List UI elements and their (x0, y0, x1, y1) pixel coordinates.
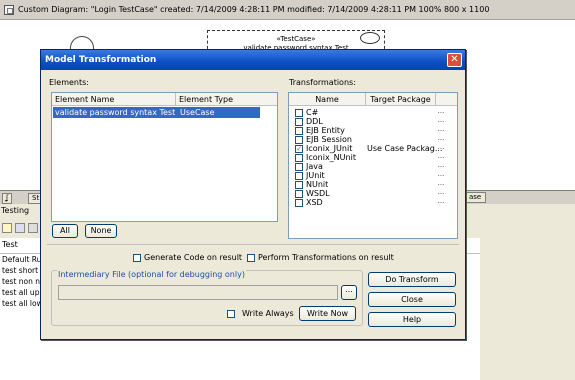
write-now-button[interactable]: Write Now (299, 306, 356, 321)
diagram-title-bar: Custom Diagram: "Login TestCase" created… (0, 0, 575, 20)
transformation-row[interactable]: DDL (295, 117, 323, 126)
package-browse-button[interactable]: ... (435, 198, 447, 208)
perform-transformations-checkbox[interactable] (247, 253, 255, 262)
transformation-name: EJB Session (306, 135, 352, 144)
transformation-name: WSDL (306, 189, 330, 198)
element-name: validate password syntax Test (55, 108, 176, 117)
divider (47, 244, 459, 245)
write-always-checkbox[interactable] (227, 309, 235, 318)
transformation-name: DDL (306, 117, 323, 126)
checkbox[interactable] (295, 198, 303, 207)
all-button[interactable]: All (52, 224, 78, 238)
folder-icon[interactable] (2, 223, 12, 233)
generate-code-option[interactable]: Generate Code on result (133, 253, 242, 262)
checkbox[interactable] (295, 171, 303, 180)
transformation-row[interactable]: Iconix_NUnit (295, 153, 356, 162)
transformation-row[interactable]: WSDL (295, 189, 330, 198)
element-type-header[interactable]: Element Type (176, 93, 277, 106)
do-transform-button[interactable]: Do Transform (368, 272, 456, 287)
element-type: UseCase (180, 108, 215, 117)
tab-case[interactable]: ase (466, 192, 486, 203)
help-button[interactable]: Help (368, 312, 456, 327)
checkbox[interactable] (295, 126, 303, 135)
testcase-stereotype: «TestCase» (276, 35, 316, 43)
checkbox[interactable] (295, 135, 303, 144)
transformation-row[interactable]: EJB Session (295, 135, 352, 144)
list-item[interactable]: validate password syntax Test UseCase (53, 107, 260, 118)
browse-button[interactable]: ... (341, 285, 357, 300)
elements-label: Elements: (49, 78, 89, 87)
transformation-row[interactable]: Java (295, 162, 323, 171)
write-always-label: Write Always (242, 309, 294, 318)
name-header[interactable]: Name (289, 93, 366, 106)
tab-left[interactable]: ʆ (2, 193, 13, 204)
transformation-name: XSD (306, 198, 323, 207)
transformation-name: NUnit (306, 180, 329, 189)
transformation-row[interactable]: NUnit (295, 180, 328, 189)
dots-header (436, 93, 457, 106)
checkbox-checked[interactable]: ✓ (295, 144, 303, 153)
target-package: Use Case Packag... (367, 144, 443, 153)
transformation-name: Java (306, 162, 323, 171)
generate-code-checkbox[interactable] (133, 253, 141, 262)
none-button[interactable]: None (85, 224, 117, 238)
close-button[interactable]: Close (368, 292, 456, 307)
element-name-header[interactable]: Element Name (52, 93, 176, 106)
transformation-name: EJB Entity (306, 126, 345, 135)
model-transformation-dialog: Model Transformation ✕ Elements: Element… (40, 49, 466, 340)
checkbox[interactable] (295, 189, 303, 198)
right-panel (480, 204, 575, 380)
transformation-name: Iconix_NUnit (306, 153, 356, 162)
transformation-row[interactable]: ✓ Iconix_JUnit (295, 144, 352, 153)
perform-transformations-option[interactable]: Perform Transformations on result (247, 253, 394, 262)
transformation-row[interactable]: JUnit (295, 171, 325, 180)
transformation-name: Iconix_JUnit (306, 144, 353, 153)
checkbox[interactable] (295, 108, 303, 117)
dialog-title-bar[interactable]: Model Transformation ✕ (41, 50, 465, 70)
checkbox[interactable] (295, 162, 303, 171)
generate-code-label: Generate Code on result (144, 253, 243, 262)
checkbox[interactable] (295, 117, 303, 126)
save-icon[interactable] (15, 223, 25, 233)
copy-icon[interactable] (28, 223, 38, 233)
transformation-name: C# (306, 108, 319, 117)
checkbox[interactable] (295, 180, 303, 189)
write-always-option[interactable]: Write Always (227, 309, 294, 318)
close-icon[interactable]: ✕ (447, 53, 462, 67)
intermediary-file-label: Intermediary File (optional for debuggin… (57, 270, 246, 279)
transformation-name: JUnit (306, 171, 325, 180)
target-package-header[interactable]: Target Package (366, 93, 436, 106)
transformation-row[interactable]: EJB Entity (295, 126, 345, 135)
transformations-list[interactable]: Name Target Package C# ... DDL ... EJB E… (288, 92, 458, 239)
transformations-label: Transformations: (289, 78, 356, 87)
elements-list[interactable]: Element Name Element Type validate passw… (51, 92, 278, 222)
intermediary-file-input[interactable] (58, 285, 338, 300)
transformation-row[interactable]: XSD (295, 198, 323, 207)
diagram-icon (4, 4, 14, 15)
checkbox[interactable] (295, 153, 303, 162)
perform-transformations-label: Perform Transformations on result (258, 253, 394, 262)
usecase-ellipse-icon (360, 32, 380, 44)
dialog-title: Model Transformation (45, 55, 157, 65)
transformation-row[interactable]: C# (295, 108, 318, 117)
diagram-title: Custom Diagram: "Login TestCase" created… (18, 5, 490, 14)
